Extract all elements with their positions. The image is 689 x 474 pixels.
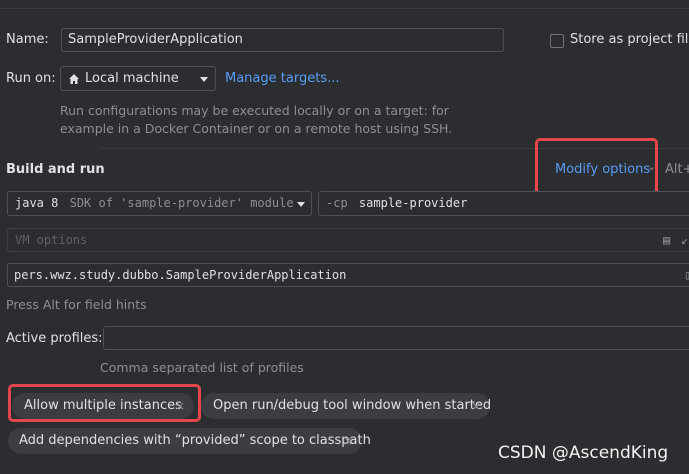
manage-targets-link[interactable]: Manage targets...: [225, 71, 339, 86]
classpath-flag: -cp: [326, 196, 348, 210]
jdk-detail: SDK of 'sample-provider' module: [69, 196, 294, 210]
vm-options-input[interactable]: VM options ▤ ↙: [7, 228, 689, 252]
vm-options-placeholder: VM options: [15, 233, 88, 247]
name-label: Name:: [6, 32, 49, 47]
run-on-dropdown[interactable]: Local machine: [60, 66, 216, 91]
build-and-run-title: Build and run: [6, 162, 105, 177]
field-hint: Press Alt for field hints: [6, 297, 147, 312]
jdk-chevron-down-icon: [297, 202, 305, 207]
watermark: CSDN @AscendKing: [498, 443, 669, 463]
jdk-version: java 8: [15, 196, 59, 210]
open-tool-window-label: Open run/debug tool window when started: [213, 398, 492, 413]
modify-options-shortcut: Alt+: [665, 162, 689, 177]
home-icon: [69, 74, 79, 84]
main-class-input[interactable]: pers.wwz.study.dubbo.SampleProviderAppli…: [7, 263, 689, 287]
jdk-dropdown[interactable]: java 8 SDK of 'sample-provider' module: [7, 191, 312, 216]
run-on-label: Run on:: [6, 71, 56, 86]
browse-class-icon[interactable]: ▯: [684, 264, 689, 286]
active-profiles-input[interactable]: [103, 326, 689, 350]
store-project-file-label: Store as project file: [570, 32, 689, 47]
active-profiles-label: Active profiles:: [6, 331, 103, 346]
resize-icon[interactable]: ↙: [681, 229, 688, 251]
allow-multiple-highlight: [8, 384, 201, 422]
add-dependencies-label: Add dependencies with “provided” scope t…: [19, 433, 371, 448]
remove-add-dependencies-icon[interactable]: ×: [343, 428, 353, 454]
run-on-hint-line2: example in a Docker Container or on a re…: [60, 121, 453, 136]
run-on-value: Local machine: [85, 71, 179, 86]
add-dependencies-chip[interactable]: Add dependencies with “provided” scope t…: [8, 428, 371, 454]
name-input[interactable]: SampleProviderApplication: [61, 28, 504, 52]
expand-field-icon[interactable]: ▤: [663, 229, 670, 251]
open-tool-window-chip[interactable]: Open run/debug tool window when started …: [201, 393, 492, 419]
remove-open-tool-window-icon[interactable]: ×: [471, 393, 481, 419]
classpath-module: sample-provider: [358, 196, 468, 210]
run-on-hint-line1: Run configurations may be executed local…: [60, 103, 449, 118]
store-project-file-checkbox[interactable]: [550, 34, 564, 48]
classpath-dropdown[interactable]: -cp sample-provider: [318, 191, 689, 216]
top-divider: [0, 8, 689, 9]
main-class-value: pers.wwz.study.dubbo.SampleProviderAppli…: [14, 268, 347, 282]
active-profiles-hint: Comma separated list of profiles: [100, 360, 304, 375]
chevron-down-icon: [200, 77, 208, 82]
